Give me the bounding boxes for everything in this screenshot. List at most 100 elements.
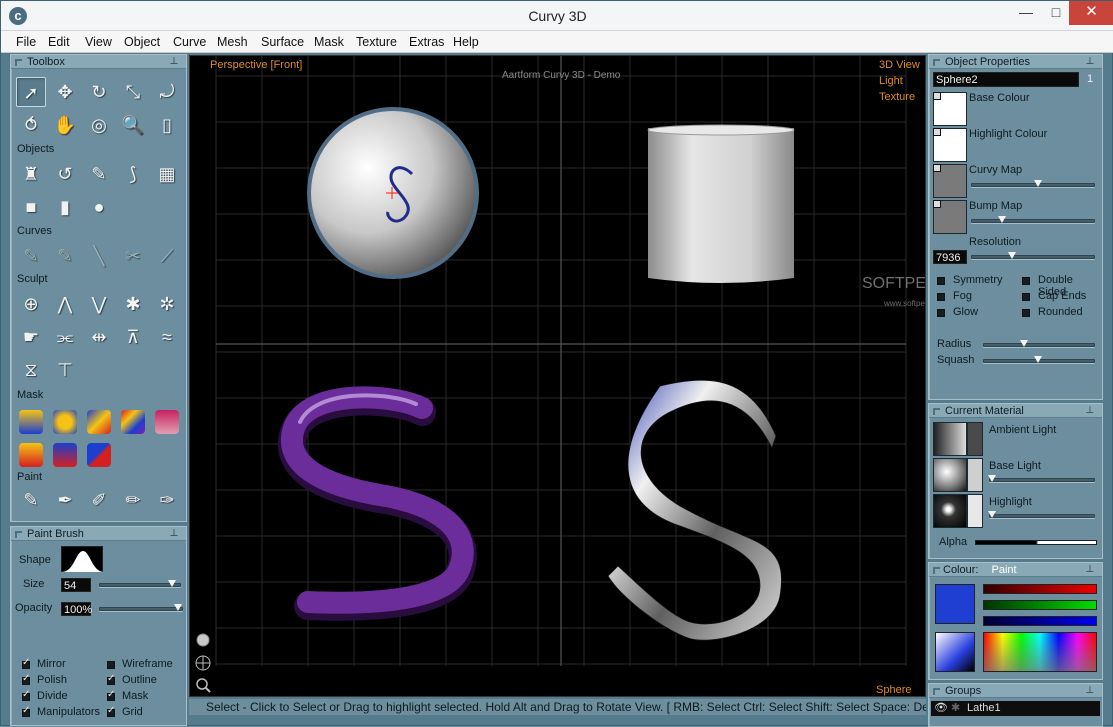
menu-edit[interactable]: Edit: [48, 31, 70, 53]
ribbon-s-object[interactable]: [607, 379, 782, 641]
resolution-field[interactable]: 7936: [933, 250, 967, 264]
glow-checkbox[interactable]: [937, 309, 945, 317]
polish-checkbox[interactable]: [22, 673, 30, 685]
airbrush-icon[interactable]: ✒: [50, 485, 80, 515]
base-light-knob[interactable]: [988, 475, 996, 482]
flatten-icon[interactable]: ⇹: [84, 322, 114, 352]
target-icon[interactable]: ◎: [84, 110, 114, 140]
outline-checkbox[interactable]: [107, 673, 115, 685]
manipulators-checkbox[interactable]: [22, 705, 30, 717]
size-slider-knob[interactable]: [168, 580, 177, 587]
tab-texture[interactable]: Texture: [879, 91, 915, 103]
highlight-slider[interactable]: [988, 511, 1095, 518]
tube-icon[interactable]: ✎: [84, 159, 114, 189]
hue-picker[interactable]: [983, 632, 1097, 672]
nav-zoom-icon[interactable]: [196, 678, 211, 693]
blue-channel-slider[interactable]: [983, 616, 1097, 626]
mask-pie-icon[interactable]: [53, 410, 77, 434]
double-sided-checkbox[interactable]: [1022, 277, 1030, 285]
alpha-slider[interactable]: [975, 540, 1097, 545]
menu-object[interactable]: Object: [124, 31, 160, 53]
base-light-slider[interactable]: [988, 475, 1095, 482]
menu-surface[interactable]: Surface: [261, 31, 304, 53]
hand-pan-icon[interactable]: ✋: [50, 110, 80, 140]
blob-icon[interactable]: ⟆: [118, 159, 148, 189]
saturation-picker[interactable]: [935, 632, 975, 672]
sphere-object[interactable]: [307, 107, 479, 279]
menu-extras[interactable]: Extras: [409, 31, 444, 53]
menu-file[interactable]: File: [16, 31, 36, 53]
menu-help[interactable]: Help: [453, 31, 479, 53]
level-icon[interactable]: ⊤: [50, 355, 80, 385]
squash-knob[interactable]: [1034, 356, 1042, 363]
resolution-knob[interactable]: [1008, 252, 1016, 259]
cube-icon[interactable]: ■: [16, 192, 46, 222]
link-tool-icon[interactable]: ⥀: [16, 110, 46, 140]
add-point-icon[interactable]: ✎: [16, 241, 46, 271]
menu-curve[interactable]: Curve: [173, 31, 206, 53]
pin-icon[interactable]: ⊥: [1084, 405, 1096, 416]
green-channel-slider[interactable]: [983, 600, 1097, 610]
pin-icon[interactable]: ⊥: [168, 56, 180, 67]
curvy-map-knob[interactable]: [1034, 180, 1042, 187]
scene-canvas[interactable]: Perspective [Front] Aartform Curvy 3D - …: [190, 56, 926, 697]
mask-checkbox[interactable]: [107, 689, 115, 701]
mirror-checkbox[interactable]: [22, 657, 30, 669]
delete-point-icon[interactable]: ✂: [118, 241, 148, 271]
merge-icon[interactable]: ⟋: [152, 241, 182, 271]
3d-viewport[interactable]: Perspective [Front] Aartform Curvy 3D - …: [189, 55, 926, 697]
rotate-tool-icon[interactable]: ↻: [84, 77, 114, 107]
lock-icon[interactable]: [933, 200, 941, 208]
cylinder-icon[interactable]: ▮: [50, 192, 80, 222]
minimize-button[interactable]: —: [1011, 1, 1041, 25]
resolution-slider[interactable]: [971, 252, 1095, 259]
mask-gradient-icon[interactable]: [87, 410, 111, 434]
sphere-icon[interactable]: ●: [84, 192, 114, 222]
grid-checkbox[interactable]: [107, 705, 115, 717]
nav-crosshair-icon[interactable]: [195, 655, 211, 671]
size-slider[interactable]: [99, 580, 181, 587]
edit-point-icon[interactable]: ✎: [50, 241, 80, 271]
lock-icon[interactable]: [933, 128, 941, 136]
object-name-field[interactable]: Sphere2: [933, 72, 1079, 87]
page-icon[interactable]: ▯: [152, 110, 182, 140]
scale-tool-icon[interactable]: ⤡: [118, 77, 148, 107]
wireframe-checkbox[interactable]: [107, 661, 115, 669]
flat-icon[interactable]: ▦: [152, 159, 182, 189]
zoom-icon[interactable]: 🔍: [118, 110, 148, 140]
group-row-lathe1[interactable]: 👁 ✱ Lathe1: [931, 701, 1100, 716]
red-channel-slider[interactable]: [983, 584, 1097, 594]
lock-icon[interactable]: [933, 164, 941, 172]
smudge-brush-icon[interactable]: ✏: [118, 485, 148, 515]
close-button[interactable]: ✕: [1069, 1, 1113, 25]
opacity-slider-knob[interactable]: [174, 604, 182, 611]
mask-rainbow-icon[interactable]: [121, 410, 145, 434]
pinch-down-icon[interactable]: ⋁: [84, 289, 114, 319]
expand-icon[interactable]: ✱: [118, 289, 148, 319]
mask-blue-icon[interactable]: [19, 410, 43, 434]
menu-view[interactable]: View: [85, 31, 112, 53]
highlight-colour[interactable]: [967, 494, 983, 528]
pin-icon[interactable]: ⊥: [168, 528, 180, 539]
eye-visibility-icon[interactable]: 👁: [934, 701, 948, 714]
symmetry-checkbox[interactable]: [937, 277, 945, 285]
knife-icon[interactable]: ╲: [84, 241, 114, 271]
opacity-slider[interactable]: [99, 604, 183, 611]
paint-brush-icon[interactable]: ✎: [16, 485, 46, 515]
base-light-swatch[interactable]: [933, 458, 967, 492]
mask-diagonal-icon[interactable]: [87, 443, 111, 467]
lock-icon[interactable]: [933, 92, 941, 100]
mirror-sculpt-icon[interactable]: ⫘: [50, 322, 80, 352]
eyedropper-icon[interactable]: ✐: [84, 485, 114, 515]
smudge-icon[interactable]: ☛: [16, 322, 46, 352]
lathe-icon[interactable]: ♜: [16, 159, 46, 189]
move-tool-icon[interactable]: ✥: [50, 77, 80, 107]
sculpt-target-icon[interactable]: ⊕: [16, 289, 46, 319]
rounded-checkbox[interactable]: [1022, 309, 1030, 317]
extrude-icon[interactable]: ↺: [50, 159, 80, 189]
menu-mask[interactable]: Mask: [314, 31, 344, 53]
opacity-field[interactable]: 100%: [61, 602, 92, 616]
tab-light[interactable]: Light: [879, 75, 903, 87]
bump-map-slider[interactable]: [971, 216, 1095, 223]
brush-shape-preview[interactable]: [61, 546, 104, 572]
